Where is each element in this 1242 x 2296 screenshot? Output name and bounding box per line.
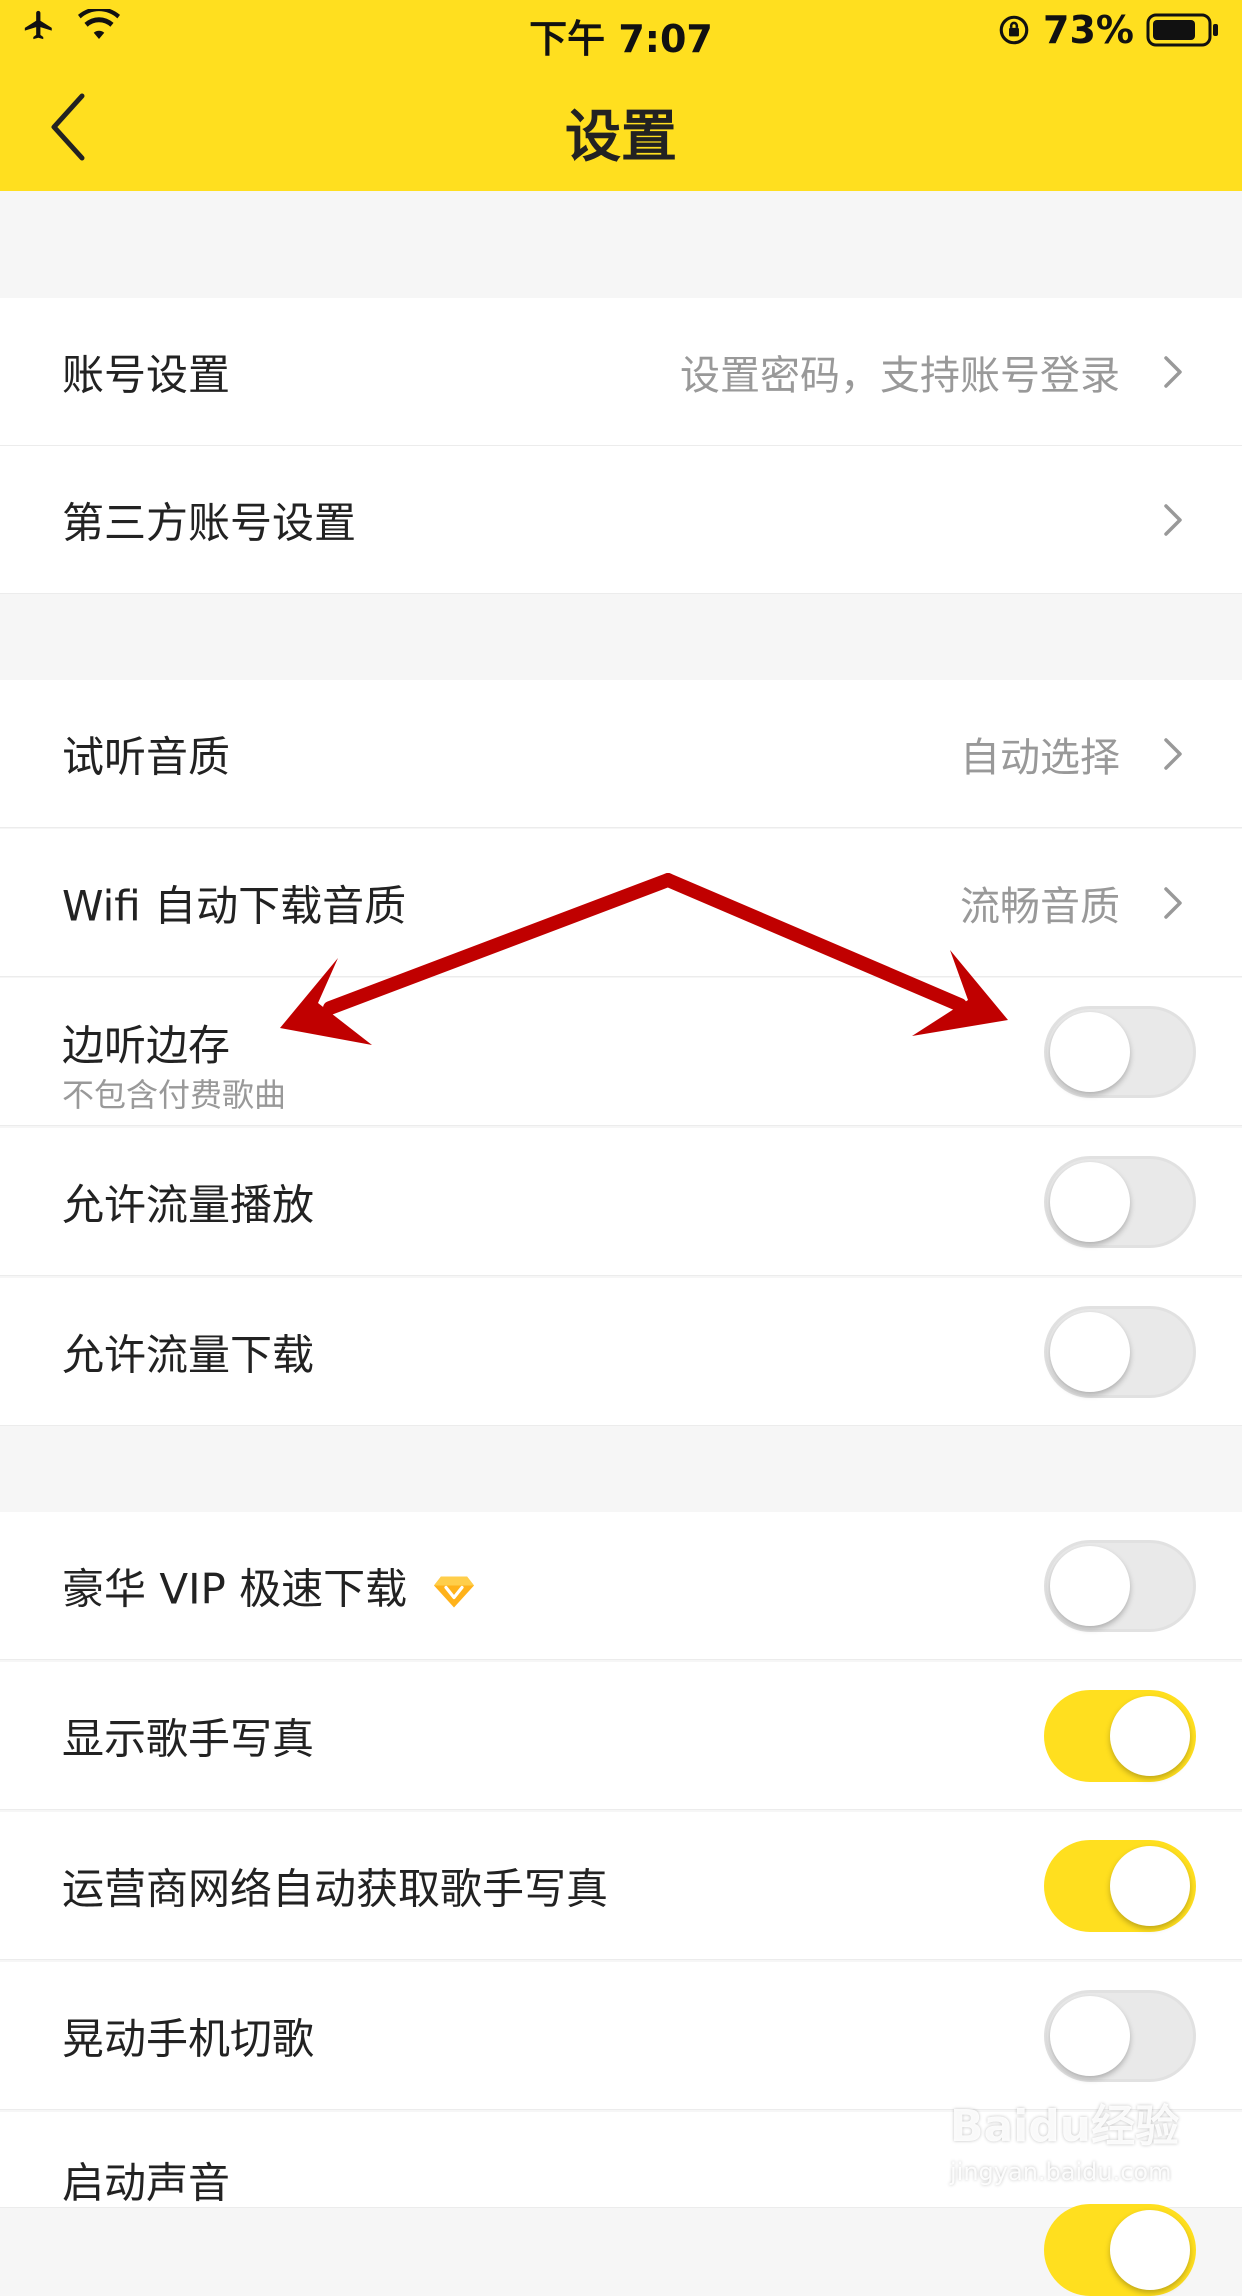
row-label: 启动声音 xyxy=(62,2158,231,2208)
row-preview-quality[interactable]: 试听音质 自动选择 xyxy=(0,680,1242,828)
row-sublabel: 不包含付费歌曲 xyxy=(62,1076,287,1114)
startup-sound-toggle[interactable] xyxy=(1044,2204,1196,2296)
row-cache-while-listening: 边听边存 不包含付费歌曲 xyxy=(0,978,1242,1126)
row-account-settings[interactable]: 账号设置 设置密码，支持账号登录 xyxy=(0,298,1242,446)
top-bar: 下午 7:07 73% 设置 xyxy=(0,0,1242,191)
watermark-brand: Baidu经验 xyxy=(950,2101,1180,2152)
toggle-knob xyxy=(1050,1995,1130,2076)
chevron-right-icon xyxy=(1164,503,1182,536)
row-label: 允许流量下载 xyxy=(62,1330,315,1379)
row-label: 运营商网络自动获取歌手写真 xyxy=(62,1864,609,1913)
row-label: 允许流量播放 xyxy=(62,1180,315,1229)
row-vip-fast-download: 豪华 VIP 极速下载 xyxy=(0,1512,1242,1660)
cache-while-listening-toggle[interactable] xyxy=(1044,1005,1196,1098)
row-label: 豪华 VIP 极速下载 xyxy=(62,1555,475,1616)
row-label-text: 豪华 VIP 极速下载 xyxy=(62,1564,408,1613)
row-carrier-fetch-artist-photos: 运营商网络自动获取歌手写真 xyxy=(0,1812,1242,1960)
row-value: 设置密码，支持账号登录 xyxy=(680,352,1120,399)
chevron-right-icon xyxy=(1164,886,1182,919)
page-title: 设置 xyxy=(565,105,677,170)
row-label: 晃动手机切歌 xyxy=(62,2014,315,2063)
watermark: Baidu经验 jingyan.baidu.com xyxy=(950,2090,1179,2186)
toggle-knob xyxy=(1050,1161,1130,1242)
toggle-knob xyxy=(1110,1695,1190,1776)
status-bar: 下午 7:07 73% xyxy=(0,0,1242,62)
toggle-knob xyxy=(1050,1545,1130,1626)
watermark-url: jingyan.baidu.com xyxy=(950,2158,1172,2186)
row-value: 自动选择 xyxy=(960,734,1120,781)
toggle-knob xyxy=(1110,2210,1190,2290)
row-label: 第三方账号设置 xyxy=(62,498,357,547)
allow-cellular-download-toggle[interactable] xyxy=(1044,1305,1196,1398)
toggle-knob xyxy=(1050,1011,1130,1092)
chevron-right-icon xyxy=(1164,355,1182,388)
vip-diamond-icon xyxy=(434,1576,475,1608)
status-right: 73% xyxy=(997,8,1220,52)
row-allow-cellular-playback: 允许流量播放 xyxy=(0,1128,1242,1276)
carrier-fetch-artist-photos-toggle[interactable] xyxy=(1044,1839,1196,1932)
row-show-artist-photos: 显示歌手写真 xyxy=(0,1662,1242,1810)
row-label: 账号设置 xyxy=(62,350,231,399)
row-label: 边听边存 xyxy=(62,1021,231,1070)
row-label: 显示歌手写真 xyxy=(62,1714,315,1763)
row-wifi-download-quality[interactable]: Wifi 自动下载音质 流畅音质 xyxy=(0,829,1242,977)
battery-percent: 73% xyxy=(1043,8,1134,52)
rotation-lock-icon xyxy=(999,15,1029,45)
row-shake-to-switch-song: 晃动手机切歌 xyxy=(0,1962,1242,2110)
toggle-knob xyxy=(1110,1845,1190,1926)
toggle-knob xyxy=(1050,1311,1130,1392)
battery-icon xyxy=(1146,13,1218,47)
vip-fast-download-toggle[interactable] xyxy=(1044,1539,1196,1632)
allow-cellular-playback-toggle[interactable] xyxy=(1044,1155,1196,1248)
row-label: Wifi 自动下载音质 xyxy=(62,881,407,930)
row-allow-cellular-download: 允许流量下载 xyxy=(0,1278,1242,1426)
show-artist-photos-toggle[interactable] xyxy=(1044,1689,1196,1782)
row-label: 试听音质 xyxy=(62,732,231,781)
shake-to-switch-song-toggle[interactable] xyxy=(1044,1989,1196,2082)
row-value: 流畅音质 xyxy=(960,883,1120,930)
row-third-party-accounts[interactable]: 第三方账号设置 xyxy=(0,446,1242,594)
chevron-right-icon xyxy=(1164,737,1182,770)
